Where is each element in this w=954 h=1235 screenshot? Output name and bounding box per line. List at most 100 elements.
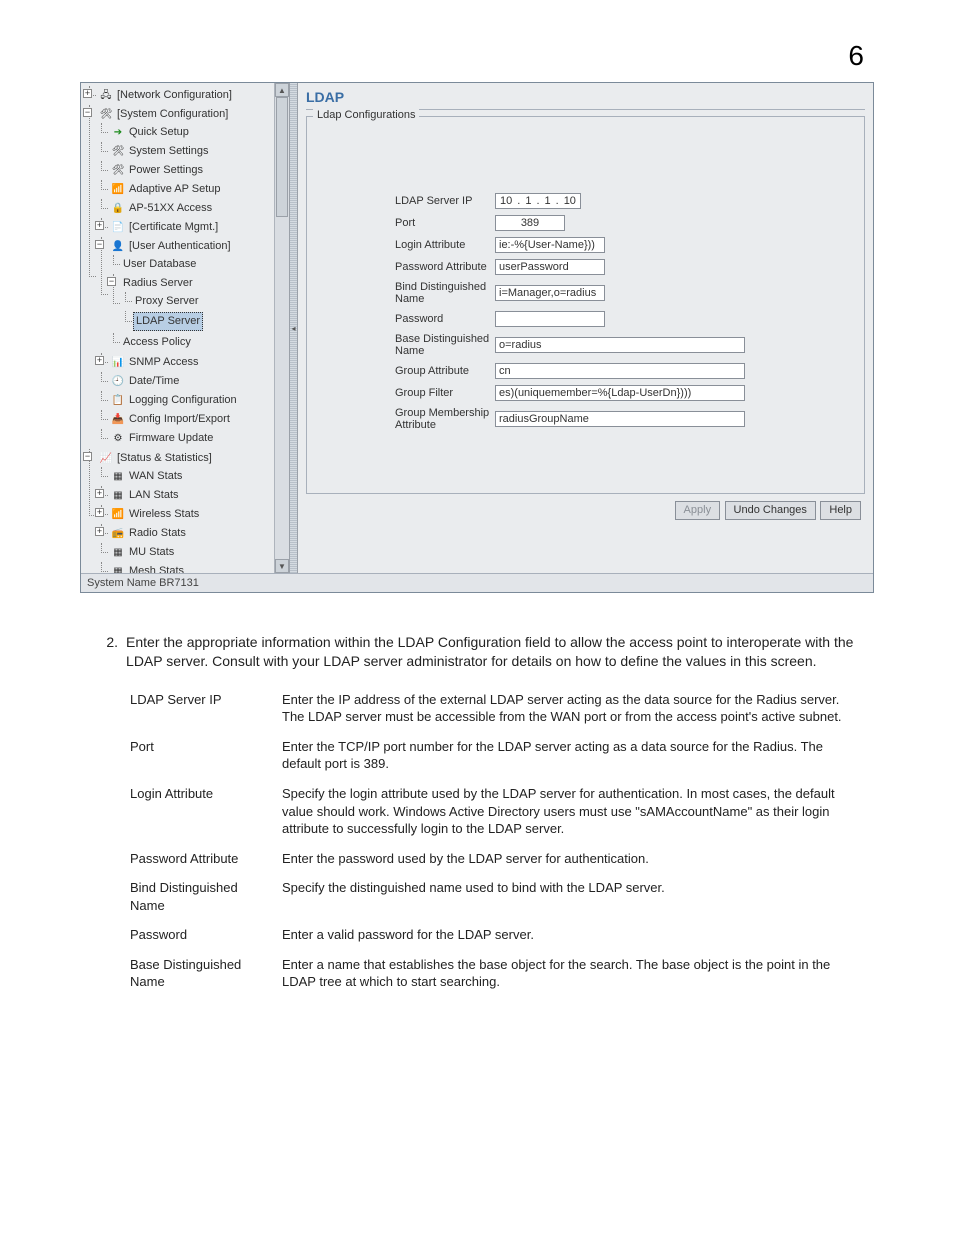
group-membership-attribute-input[interactable] [495,411,745,427]
scroll-up-icon[interactable]: ▲ [275,83,289,97]
label-group-filter: Group Filter [315,387,495,399]
scroll-thumb[interactable] [276,97,288,217]
tree-scrollbar[interactable]: ▲ ▼ [274,83,289,573]
expand-icon[interactable]: + [95,356,104,365]
collapse-icon[interactable]: − [107,277,116,286]
expand-icon[interactable]: + [95,489,104,498]
tree-item-user-authentication[interactable]: −👤[User Authentication] User Database −R… [97,237,289,353]
chart-icon: 📈 [99,453,113,465]
definition-desc: Specify the login attribute used by the … [282,785,864,838]
tree-item-date-time[interactable]: 🕘Date/Time [97,372,289,391]
tree-item-firmware-update[interactable]: ⚙Firmware Update [97,429,289,448]
label-login-attribute: Login Attribute [315,239,495,251]
tree-item-system-configuration[interactable]: −🛠[System Configuration] ➔Quick Setup 🛠S… [85,105,289,449]
tools-icon: 🛠 [111,146,125,158]
tree-item-access-policy[interactable]: Access Policy [109,333,289,352]
base-dn-input[interactable] [495,337,745,353]
label-ldap-server-ip: LDAP Server IP [315,195,495,207]
tree-item-mesh-stats[interactable]: ▦Mesh Stats [97,562,289,573]
tree-item-network-configuration[interactable]: +🖧[Network Configuration] [85,86,289,105]
wireless-icon: 📶 [111,509,125,521]
collapse-icon[interactable]: − [83,108,92,117]
definition-desc: Enter the TCP/IP port number for the LDA… [282,738,864,773]
definition-table: LDAP Server IPEnter the IP address of th… [130,691,864,991]
network-icon: 🖧 [99,90,113,102]
label-password: Password [315,313,495,325]
ldap-server-ip-input[interactable]: 10. 1. 1. 10 [495,193,581,209]
fieldset-legend: Ldap Configurations [313,109,419,121]
expand-icon[interactable]: + [95,527,104,536]
tree-item-lan-stats[interactable]: +▦LAN Stats [97,486,289,505]
tools-icon: 🛠 [99,109,113,121]
nav-tree: +🖧[Network Configuration] −🛠[System Conf… [81,83,289,573]
definition-term: Bind Distinguished Name [130,879,264,914]
definition-term: Password Attribute [130,850,264,868]
definition-desc: Enter the IP address of the external LDA… [282,691,864,726]
status-bar: System Name BR7131 [81,573,873,592]
button-row: Apply Undo Changes Help [306,494,865,520]
port-input[interactable] [495,215,565,231]
password-input[interactable] [495,311,605,327]
step-text: Enter the appropriate information within… [126,633,864,671]
certificate-icon: 📄 [111,222,125,234]
tree-item-logging-configuration[interactable]: 📋Logging Configuration [97,391,289,410]
tree-item-snmp-access[interactable]: +📊SNMP Access [97,353,289,372]
definition-desc: Enter a name that establishes the base o… [282,956,864,991]
tree-item-quick-setup[interactable]: ➔Quick Setup [97,123,289,142]
collapse-icon[interactable]: − [95,240,104,249]
scroll-down-icon[interactable]: ▼ [275,559,289,573]
password-attribute-input[interactable] [495,259,605,275]
definition-term: Password [130,926,264,944]
definition-row: Password Enter a valid password for the L… [130,926,864,944]
step-2: 2. Enter the appropriate information wit… [90,633,864,671]
splitter-handle[interactable]: ◂ [289,83,298,573]
definition-row: Login AttributeSpecify the login attribu… [130,785,864,838]
group-filter-input[interactable] [495,385,745,401]
expand-icon[interactable]: + [95,508,104,517]
undo-changes-button[interactable]: Undo Changes [725,501,816,520]
expand-icon[interactable]: + [83,89,92,98]
document-body: 2. Enter the appropriate information wit… [0,593,954,1043]
main-content: LDAP Ldap Configurations LDAP Server IP … [298,83,873,573]
tree-item-config-import-export[interactable]: 📥Config Import/Export [97,410,289,429]
definition-desc: Enter a valid password for the LDAP serv… [282,926,864,944]
tree-item-radius-server[interactable]: −Radius Server Proxy Server LDAP Server [109,274,289,333]
definition-row: Base Distinguished Name Enter a name that… [130,956,864,991]
definition-row: Password AttributeEnter the password use… [130,850,864,868]
tree-item-status-statistics[interactable]: −📈[Status & Statistics] ▦WAN Stats +▦LAN… [85,449,289,573]
tree-item-radio-stats[interactable]: +📻Radio Stats [97,524,289,543]
stats-icon: ▦ [111,490,125,502]
group-attribute-input[interactable] [495,363,745,379]
label-group-membership-attribute: Group Membership Attribute [315,407,495,431]
expand-icon[interactable]: + [95,221,104,230]
definition-term: Port [130,738,264,773]
help-button[interactable]: Help [820,501,861,520]
tree-item-power-settings[interactable]: 🛠Power Settings [97,161,289,180]
tree-item-wan-stats[interactable]: ▦WAN Stats [97,467,289,486]
label-bind-dn: Bind Distinguished Name [315,281,495,305]
tree-item-mu-stats[interactable]: ▦MU Stats [97,543,289,562]
tree-item-certificate-mgmt[interactable]: +📄[Certificate Mgmt.] [97,218,289,237]
import-export-icon: 📥 [111,414,125,426]
tree-item-ldap-server[interactable]: LDAP Server [121,311,289,332]
step-number: 2. [90,633,118,671]
radio-icon: 📻 [111,528,125,540]
collapse-icon[interactable]: − [83,452,92,461]
tree-item-system-settings[interactable]: 🛠System Settings [97,142,289,161]
device-icon: 📶 [111,184,125,196]
tools-icon: 🛠 [111,165,125,177]
snmp-icon: 📊 [111,357,125,369]
gear-icon: ⚙ [111,433,125,445]
apply-button[interactable]: Apply [675,501,721,520]
tree-item-adaptive-ap-setup[interactable]: 📶Adaptive AP Setup [97,180,289,199]
stats-icon: ▦ [111,471,125,483]
tree-item-ap51xx-access[interactable]: 🔒AP-51XX Access [97,199,289,218]
login-attribute-input[interactable] [495,237,605,253]
tree-item-proxy-server[interactable]: Proxy Server [121,292,289,311]
bind-dn-input[interactable] [495,285,605,301]
label-port: Port [315,217,495,229]
tree-item-wireless-stats[interactable]: +📶Wireless Stats [97,505,289,524]
tree-item-user-database[interactable]: User Database [109,255,289,274]
label-base-dn: Base Distinguished Name [315,333,495,357]
definition-term: Base Distinguished Name [130,956,264,991]
